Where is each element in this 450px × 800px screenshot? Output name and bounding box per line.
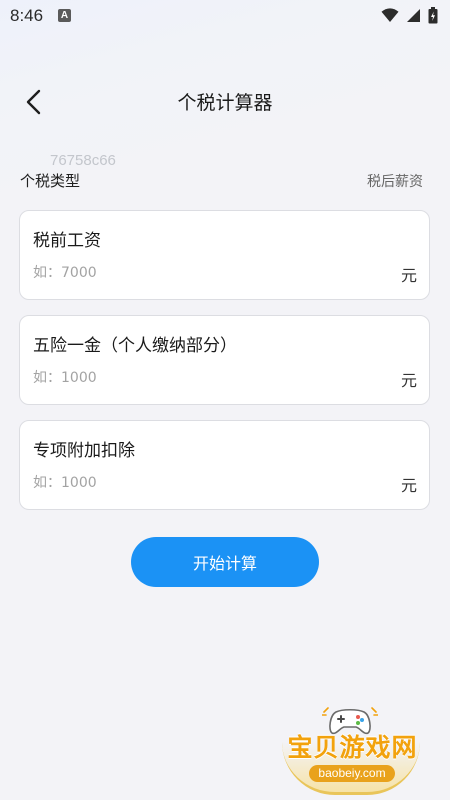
unit-label: 元 xyxy=(400,476,417,495)
special-deduction-card: 专项附加扣除 元 xyxy=(19,420,430,510)
watermark-logo: 宝贝游戏网 baobeiy.com xyxy=(270,700,435,798)
social-insurance-card: 五险一金（个人缴纳部分） 元 xyxy=(19,315,430,405)
status-bar: 8:46 A xyxy=(0,0,450,32)
battery-icon xyxy=(428,7,438,24)
watermark-code: 76758c66 xyxy=(50,152,116,169)
logo-domain: baobeiy.com xyxy=(309,765,395,782)
notification-a-icon: A xyxy=(58,9,71,22)
field-title: 税前工资 xyxy=(33,231,101,251)
after-tax-salary-link[interactable]: 税后薪资 xyxy=(367,171,423,191)
status-icons xyxy=(381,7,438,24)
special-deduction-input[interactable] xyxy=(33,471,373,495)
field-title: 五险一金（个人缴纳部分） xyxy=(33,336,237,356)
signal-icon xyxy=(407,9,420,22)
page-title: 个税计算器 xyxy=(177,92,273,114)
field-title: 专项附加扣除 xyxy=(33,441,135,461)
logo-text: 宝贝游戏网 xyxy=(287,733,418,762)
unit-label: 元 xyxy=(400,371,417,390)
status-time: 8:46 xyxy=(10,6,44,25)
wifi-icon xyxy=(381,8,399,22)
tax-type-label[interactable]: 个税类型 xyxy=(20,170,80,191)
social-insurance-input[interactable] xyxy=(33,366,373,390)
pretax-salary-card: 税前工资 元 xyxy=(19,210,430,300)
start-calculate-button[interactable]: 开始计算 xyxy=(131,537,319,587)
unit-label: 元 xyxy=(400,266,417,285)
pretax-salary-input[interactable] xyxy=(33,261,373,285)
